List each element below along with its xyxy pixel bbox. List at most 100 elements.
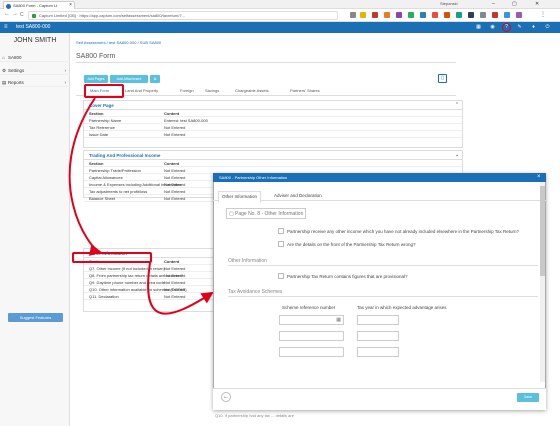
extension-icon[interactable] (444, 12, 450, 18)
tab-other-information[interactable]: Other Information (218, 191, 262, 203)
q-other-income-label: Partnership receive any other income whi… (287, 229, 520, 234)
header-cell: Content (164, 259, 180, 264)
close-tab-icon[interactable]: × (69, 2, 72, 9)
sidebar-item-settings[interactable]: ⚙ Settings › (0, 66, 70, 75)
breadcrumb[interactable]: Self Assessment / test SA800-000 / SUB S… (76, 40, 161, 45)
modal-close-button[interactable]: × (537, 173, 541, 182)
expand-icon[interactable]: ⌄ (455, 152, 459, 158)
sidebar-item-reports[interactable]: ▤ Reports › (0, 78, 70, 87)
minimize-button[interactable]: – (492, 0, 495, 8)
browser-menu-icon[interactable]: ⋮ (540, 11, 546, 18)
cell: Not Entered (164, 280, 186, 285)
tab-foreign[interactable]: Foreign (180, 87, 194, 95)
maximize-button[interactable]: ▢ (512, 0, 517, 8)
copy-button[interactable]: ⧉ (150, 75, 160, 83)
q-provisional-checkbox[interactable] (278, 273, 284, 279)
chevron-right-icon: › (64, 80, 67, 85)
cell: Not Entered (164, 182, 186, 187)
power-icon[interactable]: ⏻ (544, 24, 551, 31)
extension-icon[interactable] (384, 12, 390, 18)
tab-partners-shares[interactable]: Partners' Shares (290, 87, 320, 95)
help-icon[interactable]: ? (502, 23, 511, 32)
browser-tab[interactable]: SA800 Form - Capium Lt × (3, 1, 75, 9)
back-button[interactable]: ← (4, 11, 10, 17)
add-attachment-button[interactable]: Add Attachment (110, 75, 148, 83)
column-scheme-reference: Scheme reference number (282, 305, 336, 310)
notification-icon[interactable]: ♦ (530, 24, 537, 31)
section-label-tax-avoidance: Tax Avoidance Schemes (228, 289, 283, 295)
table-row[interactable]: Issue Date Not Entered (84, 131, 462, 138)
cell: Entered: test SA800-000 (164, 118, 208, 123)
divider (228, 265, 538, 266)
extension-icon[interactable] (480, 12, 486, 18)
extension-icon[interactable] (468, 12, 474, 18)
collapse-icon[interactable]: ⌃ (455, 102, 459, 108)
divider (76, 62, 456, 63)
scheme-reference-input[interactable] (279, 347, 344, 357)
extension-icon[interactable] (516, 12, 522, 18)
extension-icon[interactable] (420, 12, 426, 18)
header-cell: Content (164, 111, 180, 116)
sidebar (0, 33, 70, 426)
cover-page-section: Cover Page Section Content Partnership Na… (83, 100, 463, 148)
url-input[interactable]: Capium Limited [GB] · https://app.capium… (28, 11, 338, 20)
modal-footer (213, 388, 546, 410)
tax-year-input[interactable] (357, 315, 399, 325)
tab-savings[interactable]: Savings (205, 87, 219, 95)
extension-icon[interactable] (432, 12, 438, 18)
scheme-reference-input[interactable] (279, 331, 344, 341)
section-title: Trading And Professional Income (89, 153, 161, 158)
scrollbar-thumb[interactable] (540, 186, 545, 276)
forward-button[interactable]: → (12, 11, 18, 17)
q-provisional-label: Partnership Tax Return contains figures … (287, 274, 408, 279)
menu-icon[interactable]: ≡ (4, 22, 8, 33)
settings-icon[interactable]: ◉ (489, 24, 496, 31)
tab-title: SA800 Form - Capium Lt (13, 3, 58, 8)
cell: Not Entered (164, 125, 186, 130)
tab-adviser-declaration[interactable]: Adviser and Declaration (274, 192, 322, 200)
cell: Balance Sheet (89, 196, 116, 201)
pin-icon[interactable]: ✎ (516, 24, 523, 31)
url-text: Capium Limited [GB] · https://app.capium… (39, 13, 186, 18)
section-header[interactable]: Cover Page (84, 101, 462, 110)
tab-land-property[interactable]: Land And Property (125, 87, 158, 95)
lock-icon (32, 14, 36, 18)
tax-year-input[interactable] (357, 331, 399, 341)
extension-icon[interactable] (408, 12, 414, 18)
extension-icon[interactable] (492, 12, 498, 18)
extension-icon[interactable] (350, 12, 356, 18)
q-other-income-checkbox[interactable] (278, 228, 284, 234)
extension-icon[interactable] (396, 12, 402, 18)
extension-icon[interactable] (372, 12, 378, 18)
sidebar-item-sa800[interactable]: ⌂ SA800 (0, 53, 70, 62)
star-icon[interactable] (360, 12, 366, 18)
page-number-button[interactable]: ▢ Page No. 8 - Other Information (226, 208, 306, 219)
cell: Not Entered (164, 175, 186, 180)
tax-year-input[interactable] (357, 347, 399, 357)
cell: Not Entered (164, 189, 186, 194)
section-header[interactable]: Trading And Professional Income (84, 151, 462, 160)
table-header: Section Content (84, 110, 462, 117)
header-cell: Section (89, 161, 104, 166)
save-button[interactable]: Save (517, 393, 539, 402)
cell: Not Entered (164, 294, 186, 299)
extension-icon[interactable] (456, 12, 462, 18)
calendar-icon[interactable]: ▦ (336, 317, 341, 323)
cell: Tax Reference (89, 125, 115, 130)
pdf-icon[interactable]: ▯ (438, 74, 447, 83)
back-arrow-icon[interactable]: ← (221, 392, 231, 402)
window-user: Stepanski (440, 1, 458, 6)
q-details-wrong-checkbox[interactable] (278, 241, 284, 247)
suggest-features-button[interactable]: Suggest Features (8, 313, 63, 322)
table-row[interactable]: Partnership Name Entered: test SA800-000 (84, 117, 462, 124)
document-icon: ▢ (229, 211, 234, 217)
reload-button[interactable]: C (20, 12, 24, 18)
grid-icon[interactable]: ▦ (475, 24, 482, 31)
add-pages-button[interactable]: Add Pages (84, 75, 108, 83)
tab-chargeable-assets[interactable]: Chargeable Assets (235, 87, 269, 95)
extension-icon[interactable] (504, 12, 510, 18)
scheme-reference-input[interactable]: ▦ (279, 315, 344, 325)
table-row[interactable]: Tax Reference Not Entered (84, 124, 462, 131)
cell: Not Entered (164, 196, 186, 201)
close-window-button[interactable]: ✕ (535, 0, 539, 8)
